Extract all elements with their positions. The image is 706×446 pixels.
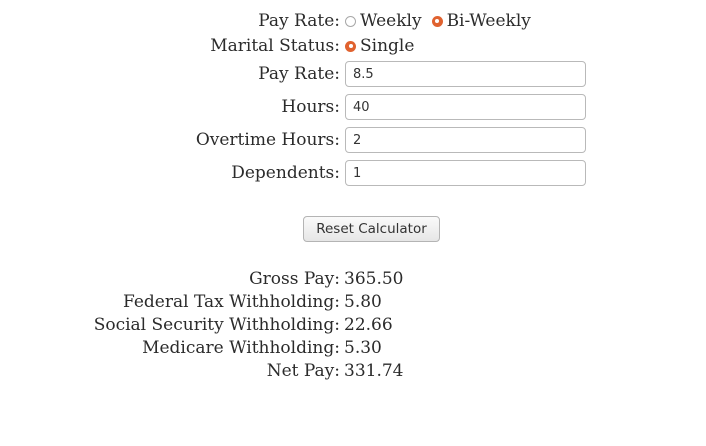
medicare-value: 5.30 [344, 338, 382, 358]
net-pay-value: 331.74 [344, 361, 404, 381]
pay-rate-label: Pay Rate: [258, 64, 340, 84]
single-radio[interactable] [345, 40, 356, 52]
weekly-radio[interactable] [345, 15, 356, 27]
federal-tax-label: Federal Tax Withholding: [122, 292, 340, 312]
marital-status-group: Single [345, 34, 424, 58]
social-security-label: Social Security Withholding: [93, 315, 340, 335]
federal-tax-value: 5.80 [344, 292, 382, 312]
marital-status-label: Marital Status: [210, 36, 340, 56]
overtime-hours-label: Overtime Hours: [195, 130, 340, 150]
pay-rate-input[interactable] [345, 61, 586, 87]
dependents-input[interactable] [345, 160, 586, 186]
hours-label: Hours: [281, 97, 340, 117]
biweekly-option-label[interactable]: Bi-Weekly [447, 9, 531, 33]
net-pay-label: Net Pay: [266, 361, 340, 381]
single-option[interactable]: Single [345, 34, 414, 58]
social-security-value: 22.66 [344, 315, 393, 335]
pay-rate-type-label: Pay Rate: [258, 11, 340, 31]
single-option-label[interactable]: Single [360, 34, 414, 58]
pay-rate-type-group: Weekly Bi-Weekly [345, 9, 541, 33]
medicare-label: Medicare Withholding: [142, 338, 340, 358]
weekly-option[interactable]: Weekly [345, 9, 422, 33]
biweekly-option[interactable]: Bi-Weekly [431, 9, 531, 33]
hours-input[interactable] [345, 94, 586, 120]
overtime-hours-input[interactable] [345, 127, 586, 153]
reset-calculator-button[interactable]: Reset Calculator [303, 216, 440, 242]
dependents-label: Dependents: [231, 163, 340, 183]
gross-pay-label: Gross Pay: [249, 269, 340, 289]
biweekly-radio[interactable] [431, 15, 443, 27]
weekly-option-label[interactable]: Weekly [360, 9, 422, 33]
gross-pay-value: 365.50 [344, 269, 404, 289]
